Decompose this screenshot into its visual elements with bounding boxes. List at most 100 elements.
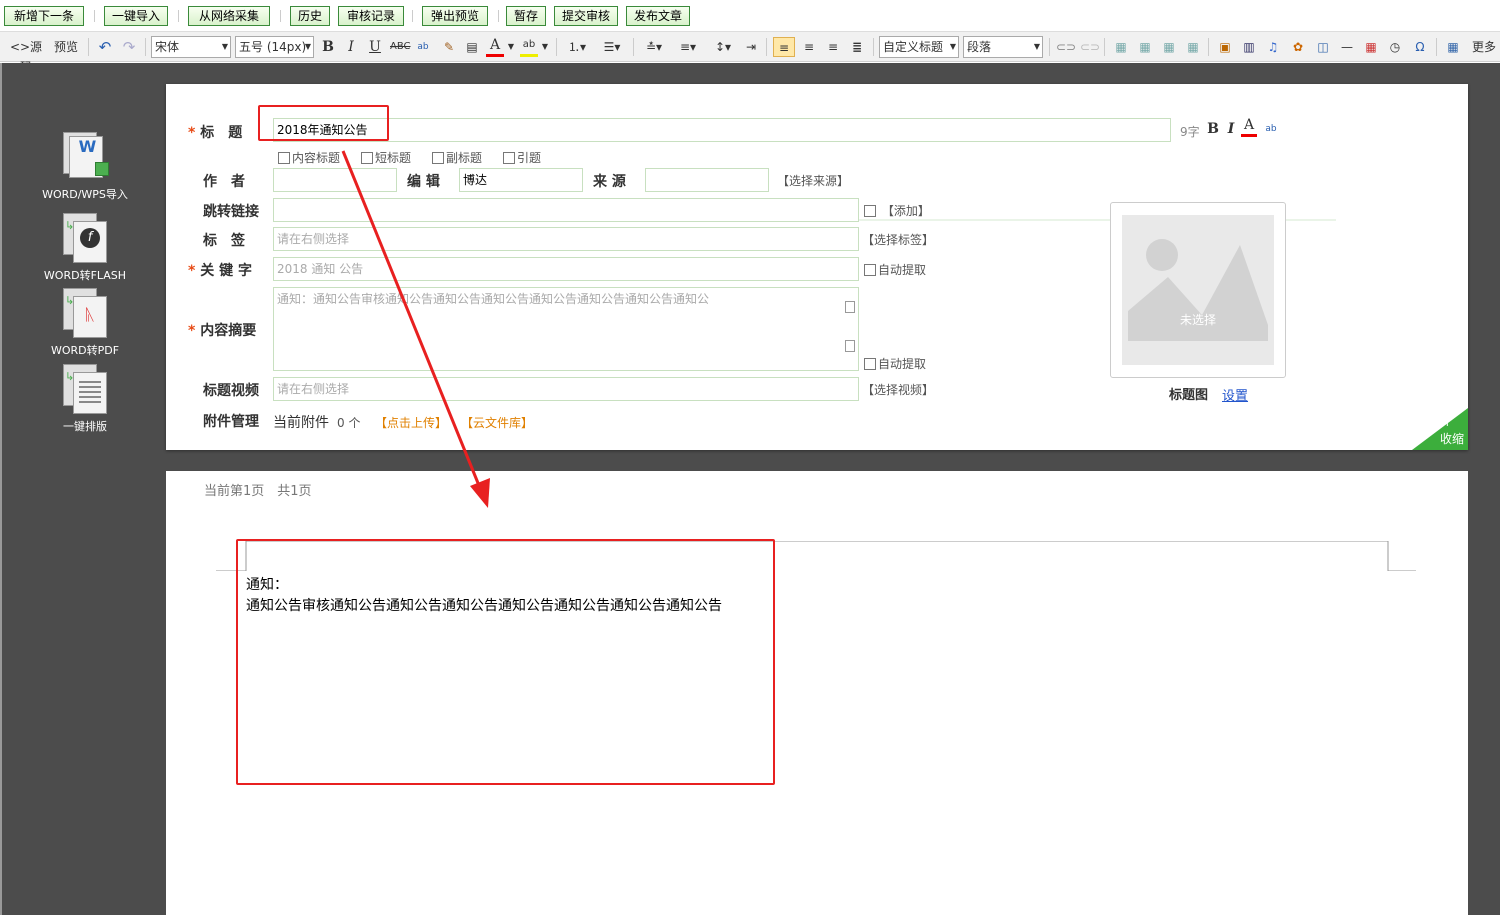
select-video-link[interactable]: 【选择视频】 xyxy=(862,381,934,398)
select-source-link[interactable]: 【选择来源】 xyxy=(777,172,849,189)
select-tags-link[interactable]: 【选择标签】 xyxy=(862,231,934,248)
chevron-down-icon[interactable]: ▼ xyxy=(540,37,550,57)
format-clear-icon[interactable]: ab xyxy=(414,37,432,57)
tags-input[interactable]: 请在右侧选择 xyxy=(273,227,859,251)
word-import-tool[interactable]: W WORD/WPS导入 xyxy=(40,132,130,202)
checkbox-icon xyxy=(864,205,876,217)
save-draft-button[interactable]: 暂存 xyxy=(506,6,546,26)
italic-icon[interactable]: I xyxy=(343,37,359,57)
author-input[interactable] xyxy=(273,168,397,192)
align-center-icon[interactable]: ≡ xyxy=(799,37,819,57)
insert-music-icon[interactable]: ♫ xyxy=(1264,37,1282,57)
option-lead-title[interactable]: 引题 xyxy=(503,149,541,166)
paragraph-spacing-icon[interactable]: ≛▾ xyxy=(640,37,668,57)
link-icon[interactable]: ⊂⊃ xyxy=(1056,37,1076,57)
indent-icon[interactable]: ⇥ xyxy=(742,37,760,57)
submit-review-button[interactable]: 提交审核 xyxy=(554,6,618,26)
strikethrough-icon[interactable]: ABC xyxy=(390,37,411,57)
align-left-icon[interactable]: ≡ xyxy=(773,37,795,57)
font-color-icon[interactable]: A xyxy=(486,37,504,57)
title-italic-icon[interactable]: I xyxy=(1225,119,1237,139)
underline-icon[interactable]: U xyxy=(367,37,383,57)
table-icon[interactable]: ▦ xyxy=(1444,37,1462,57)
format-painter-icon[interactable]: ✎ xyxy=(440,37,458,57)
separator xyxy=(178,10,179,22)
separator xyxy=(1436,38,1437,56)
scrollbar-up[interactable] xyxy=(845,301,855,313)
line-spacing-icon[interactable]: ≡▾ xyxy=(674,37,702,57)
redirect-add[interactable]: 【添加】 xyxy=(864,202,930,219)
title-clear-format-icon[interactable]: ab xyxy=(1263,119,1279,139)
image-right-icon[interactable]: ▦ xyxy=(1160,37,1178,57)
heading-select[interactable]: 自定义标题 ▼ xyxy=(879,36,959,58)
insert-image-icon[interactable]: ▣ xyxy=(1216,37,1234,57)
paste-icon[interactable]: ▤ xyxy=(464,37,480,57)
separator xyxy=(280,10,281,22)
summary-textarea[interactable]: 通知：通知公告审核通知公告通知公告通知公告通知公告通知公告通知公告通知公 xyxy=(273,287,859,371)
highlight-icon[interactable]: ab xyxy=(520,37,538,57)
undo-icon[interactable]: ↶ xyxy=(96,37,114,57)
scrollbar-down[interactable] xyxy=(845,340,855,352)
chevron-down-icon[interactable]: ▼ xyxy=(506,37,516,57)
preview-button[interactable]: 预览 xyxy=(52,37,80,57)
image-center-icon[interactable]: ▦ xyxy=(1184,37,1202,57)
option-subtitle[interactable]: 副标题 xyxy=(432,149,482,166)
source-input[interactable] xyxy=(645,168,769,192)
redirect-input[interactable] xyxy=(273,198,859,222)
auto-format-tool[interactable]: ↳ 一键排版 xyxy=(40,364,130,434)
popup-preview-button[interactable]: 弹出预览 xyxy=(422,6,488,26)
editor-input[interactable]: 博达 xyxy=(459,168,583,192)
keywords-auto-extract[interactable]: 自动提取 xyxy=(864,261,926,278)
web-collect-button[interactable]: 从网络采集 xyxy=(188,6,270,26)
separator xyxy=(1049,38,1050,56)
paragraph-select[interactable]: 段落 ▼ xyxy=(963,36,1043,58)
word-to-pdf-icon: ᚣ ↳ xyxy=(59,288,111,340)
unordered-list-icon[interactable]: ☰▾ xyxy=(597,37,627,57)
summary-auto-extract[interactable]: 自动提取 xyxy=(864,355,926,372)
redo-icon[interactable]: ↷ xyxy=(120,37,138,57)
image-left-icon[interactable]: ▦ xyxy=(1112,37,1130,57)
cloud-library-link[interactable]: 【云文件库】 xyxy=(461,414,533,431)
checkbox-icon xyxy=(503,152,515,164)
title-bold-icon[interactable]: B xyxy=(1206,119,1220,139)
bold-icon[interactable]: B xyxy=(320,37,336,57)
insert-frame-icon[interactable]: ◫ xyxy=(1314,37,1332,57)
collapse-button[interactable]: ↑ 收缩 xyxy=(1412,408,1468,450)
separator xyxy=(1208,38,1209,56)
separator xyxy=(873,38,874,56)
align-justify-icon[interactable]: ≣ xyxy=(847,37,867,57)
insert-video-icon[interactable]: ▥ xyxy=(1240,37,1258,57)
source-button[interactable]: <>源码 xyxy=(6,37,46,74)
date-icon[interactable]: ▦ xyxy=(1362,37,1380,57)
image-none-icon[interactable]: ▦ xyxy=(1136,37,1154,57)
special-char-icon[interactable]: Ω xyxy=(1410,37,1430,57)
line-height-icon[interactable]: ↕▾ xyxy=(708,37,738,57)
option-short-title[interactable]: 短标题 xyxy=(361,149,411,166)
time-icon[interactable]: ◷ xyxy=(1386,37,1404,57)
ordered-list-icon[interactable]: ⒈▾ xyxy=(564,37,590,57)
option-content-title[interactable]: 内容标题 xyxy=(278,149,340,166)
font-size-select[interactable]: 五号 (14px) ▼ xyxy=(235,36,314,58)
more-button[interactable]: 更多 xyxy=(1470,37,1498,57)
font-family-select[interactable]: 宋体 ▼ xyxy=(151,36,231,58)
upload-link[interactable]: 【点击上传】 xyxy=(375,414,447,431)
title-image-box[interactable]: 未选择 xyxy=(1110,202,1286,378)
word-to-pdf-tool[interactable]: ᚣ ↳ WORD转PDF xyxy=(40,288,130,358)
unlink-icon[interactable]: ⊂⊃ xyxy=(1080,37,1100,57)
publish-button[interactable]: 发布文章 xyxy=(626,6,690,26)
insert-flash-icon[interactable]: ✿ xyxy=(1289,37,1307,57)
separator xyxy=(88,38,89,56)
title-color-icon[interactable]: A xyxy=(1241,117,1257,137)
video-input[interactable]: 请在右侧选择 xyxy=(273,377,859,401)
keywords-input[interactable]: 2018 通知 公告 xyxy=(273,257,859,281)
add-next-button[interactable]: 新增下一条 xyxy=(4,6,84,26)
title-input[interactable]: 2018年通知公告 xyxy=(273,118,1171,142)
word-to-flash-tool[interactable]: f ↳ WORD转FLASH xyxy=(40,213,130,283)
one-click-import-button[interactable]: 一键导入 xyxy=(104,6,168,26)
separator xyxy=(498,10,499,22)
history-button[interactable]: 历史 xyxy=(290,6,330,26)
horizontal-line-icon[interactable]: — xyxy=(1338,37,1356,57)
review-log-button[interactable]: 审核记录 xyxy=(338,6,404,26)
title-image-set-link[interactable]: 设置 xyxy=(1222,385,1248,404)
align-right-icon[interactable]: ≡ xyxy=(823,37,843,57)
